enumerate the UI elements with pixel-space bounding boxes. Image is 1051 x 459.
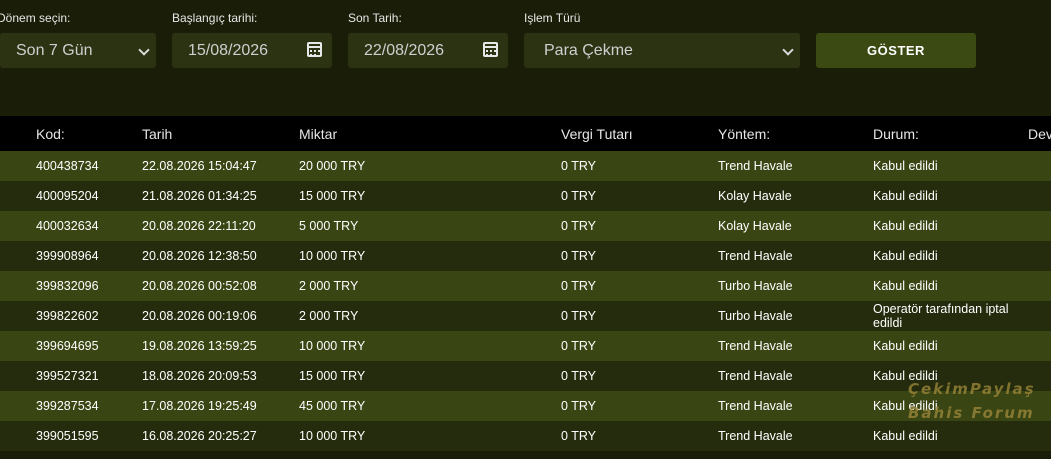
cell-code: 399051595 bbox=[36, 429, 99, 443]
cell-date: 21.08.2026 01:34:25 bbox=[142, 189, 257, 203]
header-dev: Dev bbox=[1028, 126, 1051, 142]
cell-status: Kabul edildi bbox=[873, 429, 938, 443]
cell-amount: 5 000 TRY bbox=[299, 219, 359, 233]
cell-code: 399527321 bbox=[36, 369, 99, 383]
cell-code: 400438734 bbox=[36, 159, 99, 173]
cell-date: 20.08.2026 00:52:08 bbox=[142, 279, 257, 293]
cell-tax: 0 TRY bbox=[561, 249, 596, 263]
chevron-down-icon bbox=[782, 44, 794, 56]
cell-tax: 0 TRY bbox=[561, 279, 596, 293]
calendar-icon[interactable] bbox=[483, 42, 498, 57]
type-value: Para Çekme bbox=[544, 42, 633, 59]
cell-date: 22.08.2026 15:04:47 bbox=[142, 159, 257, 173]
type-select[interactable]: Para Çekme bbox=[524, 33, 800, 68]
cell-method: Turbo Havale bbox=[718, 279, 793, 293]
cell-method: Trend Havale bbox=[718, 399, 793, 413]
table-row: 400438734 22.08.2026 15:04:47 20 000 TRY… bbox=[0, 151, 1051, 181]
header-tax: Vergi Tutarı bbox=[561, 126, 633, 142]
table-row: 399051595 16.08.2026 20:25:27 10 000 TRY… bbox=[0, 421, 1051, 451]
cell-tax: 0 TRY bbox=[561, 309, 596, 323]
cell-amount: 10 000 TRY bbox=[299, 339, 366, 353]
cell-date: 16.08.2026 20:25:27 bbox=[142, 429, 257, 443]
cell-tax: 0 TRY bbox=[561, 399, 596, 413]
cell-tax: 0 TRY bbox=[561, 219, 596, 233]
cell-amount: 20 000 TRY bbox=[299, 159, 366, 173]
end-date-value: 22/08/2026 bbox=[364, 42, 445, 59]
cell-method: Trend Havale bbox=[718, 369, 793, 383]
table-row: 399694695 19.08.2026 13:59:25 10 000 TRY… bbox=[0, 331, 1051, 361]
cell-method: Trend Havale bbox=[718, 159, 793, 173]
cell-method: Trend Havale bbox=[718, 339, 793, 353]
cell-status: Operatör tarafından iptal edildi bbox=[873, 302, 1009, 330]
cell-tax: 0 TRY bbox=[561, 339, 596, 353]
cell-status: Kabul edildi bbox=[873, 279, 938, 293]
cell-status: Kabul edildi bbox=[873, 249, 938, 263]
cell-code: 400095204 bbox=[36, 189, 99, 203]
cell-amount: 10 000 TRY bbox=[299, 429, 366, 443]
cell-tax: 0 TRY bbox=[561, 429, 596, 443]
header-date: Tarih bbox=[142, 126, 173, 142]
watermark-line2: Bahis Forum bbox=[908, 404, 1035, 422]
cell-status: Kabul edildi bbox=[873, 189, 938, 203]
cell-code: 399908964 bbox=[36, 249, 99, 263]
cell-date: 20.08.2026 00:19:06 bbox=[142, 309, 257, 323]
period-value: Son 7 Gün bbox=[16, 42, 93, 59]
cell-tax: 0 TRY bbox=[561, 189, 596, 203]
start-date-value: 15/08/2026 bbox=[188, 42, 269, 59]
cell-code: 399287534 bbox=[36, 399, 99, 413]
cell-status: Kabul edildi bbox=[873, 159, 938, 173]
end-date-input[interactable]: 22/08/2026 bbox=[348, 33, 508, 68]
header-method: Yöntem: bbox=[718, 126, 771, 142]
cell-code: 399832096 bbox=[36, 279, 99, 293]
cell-method: Turbo Havale bbox=[718, 309, 793, 323]
table-row: 400032634 20.08.2026 22:11:20 5 000 TRY … bbox=[0, 211, 1051, 241]
chevron-down-icon bbox=[138, 44, 150, 56]
period-label: Dönem seçin: bbox=[0, 11, 71, 25]
cell-code: 399822602 bbox=[36, 309, 99, 323]
cell-code: 399694695 bbox=[36, 339, 99, 353]
end-date-label: Son Tarih: bbox=[348, 11, 402, 25]
cell-method: Kolay Havale bbox=[718, 219, 792, 233]
type-label: Işlem Türü bbox=[524, 11, 581, 25]
show-button[interactable]: GÖSTER bbox=[816, 33, 976, 68]
cell-method: Trend Havale bbox=[718, 249, 793, 263]
cell-amount: 15 000 TRY bbox=[299, 369, 366, 383]
header-status: Durum: bbox=[873, 126, 919, 142]
cell-date: 19.08.2026 13:59:25 bbox=[142, 339, 257, 353]
filter-bar: Dönem seçin: Son 7 Gün Başlangıç tarihi:… bbox=[0, 0, 1051, 116]
period-select[interactable]: Son 7 Gün bbox=[0, 33, 156, 68]
table-row: 399908964 20.08.2026 12:38:50 10 000 TRY… bbox=[0, 241, 1051, 271]
cell-status: Kabul edildi bbox=[873, 219, 938, 233]
cell-date: 20.08.2026 22:11:20 bbox=[142, 219, 256, 233]
table-row: 399832096 20.08.2026 00:52:08 2 000 TRY … bbox=[0, 271, 1051, 301]
transactions-table: 400438734 22.08.2026 15:04:47 20 000 TRY… bbox=[0, 151, 1051, 451]
start-date-label: Başlangıç tarihi: bbox=[172, 11, 258, 25]
cell-status: Kabul edildi bbox=[873, 339, 938, 353]
cell-date: 17.08.2026 19:25:49 bbox=[142, 399, 257, 413]
start-date-input[interactable]: 15/08/2026 bbox=[172, 33, 332, 68]
table-row: 400095204 21.08.2026 01:34:25 15 000 TRY… bbox=[0, 181, 1051, 211]
cell-amount: 2 000 TRY bbox=[299, 309, 359, 323]
cell-date: 20.08.2026 12:38:50 bbox=[142, 249, 257, 263]
watermark-line1: ÇekimPaylaş bbox=[908, 380, 1036, 398]
table-row: 399287534 17.08.2026 19:25:49 45 000 TRY… bbox=[0, 391, 1051, 421]
cell-code: 400032634 bbox=[36, 219, 99, 233]
cell-amount: 15 000 TRY bbox=[299, 189, 366, 203]
cell-amount: 45 000 TRY bbox=[299, 399, 366, 413]
header-amount: Miktar bbox=[299, 126, 338, 142]
table-row: 399822602 20.08.2026 00:19:06 2 000 TRY … bbox=[0, 301, 1051, 331]
cell-tax: 0 TRY bbox=[561, 159, 596, 173]
cell-tax: 0 TRY bbox=[561, 369, 596, 383]
cell-amount: 2 000 TRY bbox=[299, 279, 359, 293]
table-header: Kod: Tarih Miktar Vergi Tutarı Yöntem: D… bbox=[0, 116, 1051, 151]
cell-method: Kolay Havale bbox=[718, 189, 792, 203]
cell-method: Trend Havale bbox=[718, 429, 793, 443]
cell-amount: 10 000 TRY bbox=[299, 249, 366, 263]
header-code: Kod: bbox=[36, 126, 65, 142]
calendar-icon[interactable] bbox=[307, 42, 322, 57]
table-row: 399527321 18.08.2026 20:09:53 15 000 TRY… bbox=[0, 361, 1051, 391]
cell-date: 18.08.2026 20:09:53 bbox=[142, 369, 257, 383]
